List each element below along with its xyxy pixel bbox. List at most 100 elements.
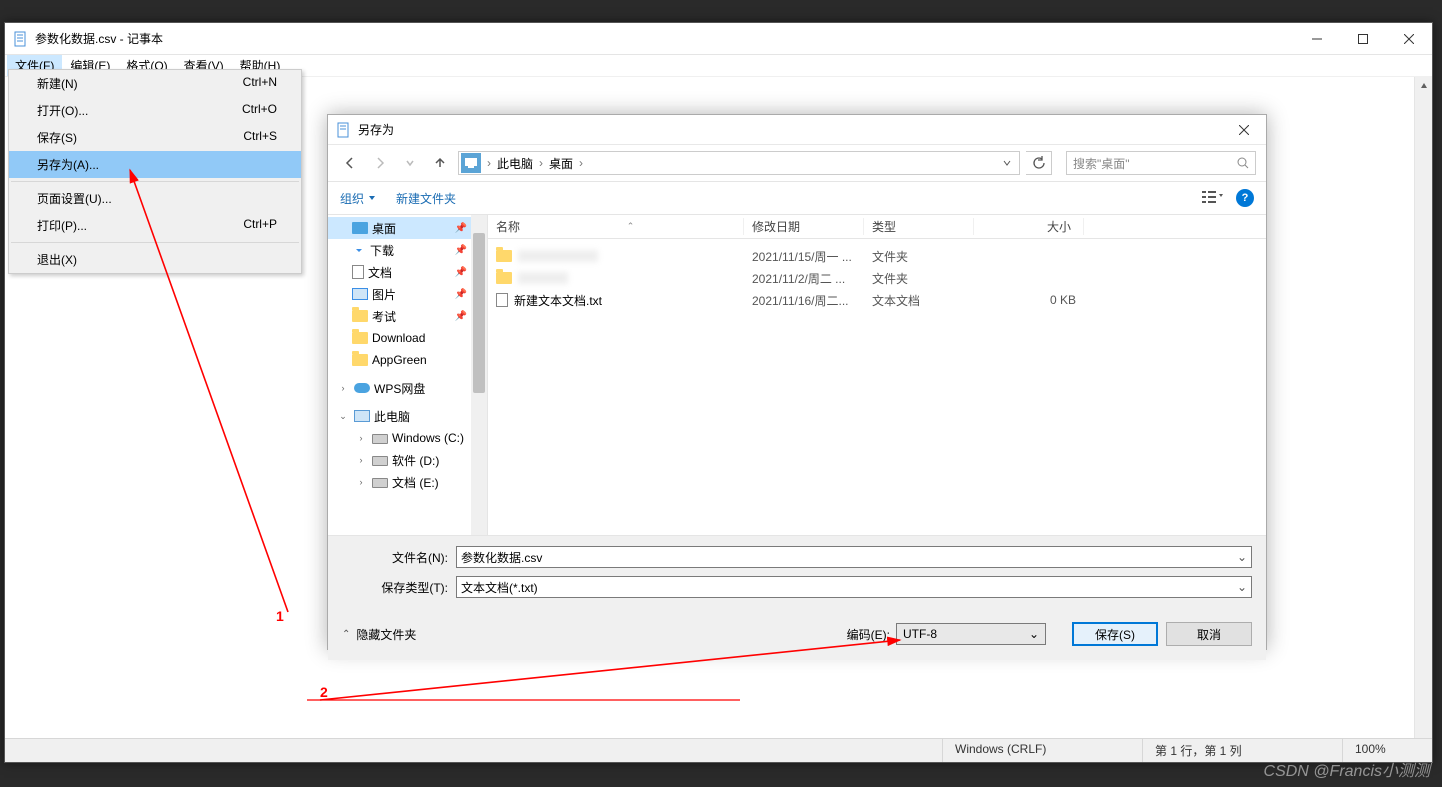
redacted-text	[518, 272, 568, 284]
nav-up-button[interactable]	[428, 151, 452, 175]
save-button[interactable]: 保存(S)	[1072, 622, 1158, 646]
desktop-icon	[352, 222, 368, 234]
drive-icon	[372, 434, 388, 444]
tree-wps[interactable]: ›WPS网盘	[328, 377, 487, 399]
tree-pictures[interactable]: 图片📌	[328, 283, 487, 305]
pin-icon: 📌	[455, 267, 467, 278]
tree-downloads[interactable]: 下载📌	[328, 239, 487, 261]
pc-icon	[461, 153, 481, 173]
tree-drive-e[interactable]: ›文档 (E:)	[328, 471, 487, 493]
menu-pagesetup[interactable]: 页面设置(U)...	[9, 185, 301, 212]
nav-recent-button[interactable]	[398, 151, 422, 175]
folder-tree: 桌面📌 下载📌 文档📌 图片📌 考试📌 Download AppGreen ›W…	[328, 215, 488, 535]
file-menu-dropdown: 新建(N)Ctrl+N 打开(O)...Ctrl+O 保存(S)Ctrl+S 另…	[8, 69, 302, 274]
status-eol: Windows (CRLF)	[942, 739, 1142, 762]
tree-drive-c[interactable]: ›Windows (C:)	[328, 427, 487, 449]
hide-folders-toggle[interactable]: ⌃隐藏文件夹	[342, 626, 416, 643]
menu-new[interactable]: 新建(N)Ctrl+N	[9, 70, 301, 97]
pin-icon: 📌	[455, 311, 467, 322]
minimize-button[interactable]	[1294, 23, 1340, 54]
filename-input[interactable]: 参数化数据.csv⌄	[456, 546, 1252, 568]
tree-thispc[interactable]: ⌄此电脑	[328, 405, 487, 427]
filename-label: 文件名(N):	[342, 549, 456, 566]
pin-icon: 📌	[455, 223, 467, 234]
tree-drive-d[interactable]: ›软件 (D:)	[328, 449, 487, 471]
vertical-scrollbar[interactable]	[1414, 77, 1432, 738]
tree-appgreen[interactable]: AppGreen	[328, 349, 487, 371]
menu-open[interactable]: 打开(O)...Ctrl+O	[9, 97, 301, 124]
chevron-right-icon: ›	[577, 156, 585, 170]
list-item[interactable]: 2021/11/15/周一 ... 文件夹	[488, 245, 1266, 267]
chevron-right-icon: ›	[354, 455, 368, 465]
menu-save[interactable]: 保存(S)Ctrl+S	[9, 124, 301, 151]
nav-back-button[interactable]	[338, 151, 362, 175]
refresh-button[interactable]	[1026, 151, 1052, 175]
maximize-button[interactable]	[1340, 23, 1386, 54]
textfile-icon	[496, 293, 508, 307]
address-dropdown[interactable]	[997, 159, 1017, 167]
breadcrumb-pc[interactable]: 此电脑	[493, 155, 537, 172]
menu-saveas[interactable]: 另存为(A)...	[9, 151, 301, 178]
menu-separator	[11, 181, 299, 182]
col-type[interactable]: 类型	[864, 218, 974, 235]
document-icon	[352, 265, 364, 279]
search-input[interactable]: 搜索"桌面"	[1066, 151, 1256, 175]
tree-desktop[interactable]: 桌面📌	[328, 217, 487, 239]
notepad-icon	[13, 31, 29, 47]
chevron-right-icon: ›	[336, 383, 350, 393]
saveas-fields: 文件名(N): 参数化数据.csv⌄ 保存类型(T): 文本文档(*.txt)⌄	[328, 535, 1266, 612]
pin-icon: 📌	[455, 245, 467, 256]
col-name[interactable]: 名称⌃	[488, 218, 744, 235]
watermark: CSDN @Francis小测测	[1264, 757, 1430, 781]
chevron-down-icon: ⌄	[336, 411, 350, 422]
search-icon	[1237, 157, 1249, 169]
saveas-close-button[interactable]	[1222, 115, 1266, 144]
saveas-navbar: › 此电脑 › 桌面 › 搜索"桌面"	[328, 145, 1266, 181]
chevron-down-icon[interactable]: ⌄	[1237, 550, 1247, 564]
list-item[interactable]: 新建文本文档.txt 2021/11/16/周二... 文本文档 0 KB	[488, 289, 1266, 311]
notepad-statusbar: Windows (CRLF) 第 1 行，第 1 列 100%	[5, 738, 1432, 762]
saveas-footer: ⌃隐藏文件夹 编码(E): UTF-8⌄ 保存(S) 取消	[328, 612, 1266, 660]
saveas-dialog: 另存为 › 此电脑 › 桌面 › 搜索"桌面" 组织 新建文件夹 ?	[327, 114, 1267, 650]
col-size[interactable]: 大小	[974, 218, 1084, 235]
folder-icon	[352, 310, 368, 322]
chevron-right-icon: ›	[485, 156, 493, 170]
tree-documents[interactable]: 文档📌	[328, 261, 487, 283]
encoding-label: 编码(E):	[847, 626, 890, 643]
chevron-right-icon: ›	[354, 433, 368, 443]
drive-icon	[372, 456, 388, 466]
chevron-up-icon: ⌃	[342, 629, 350, 640]
address-bar[interactable]: › 此电脑 › 桌面 ›	[458, 151, 1020, 175]
drive-icon	[372, 478, 388, 488]
organize-button[interactable]: 组织	[340, 190, 376, 207]
notepad-icon	[336, 122, 352, 138]
nav-forward-button[interactable]	[368, 151, 392, 175]
encoding-select[interactable]: UTF-8⌄	[896, 623, 1046, 645]
search-placeholder: 搜索"桌面"	[1073, 155, 1237, 172]
menu-exit[interactable]: 退出(X)	[9, 246, 301, 273]
file-list: 名称⌃ 修改日期 类型 大小 2021/11/15/周一 ... 文件夹 202…	[488, 215, 1266, 535]
redacted-text	[518, 250, 598, 262]
tree-scrollbar[interactable]	[471, 215, 487, 535]
close-button[interactable]	[1386, 23, 1432, 54]
notepad-title: 参数化数据.csv - 记事本	[35, 30, 1294, 47]
folder-icon	[352, 332, 368, 344]
tree-download-en[interactable]: Download	[328, 327, 487, 349]
col-date[interactable]: 修改日期	[744, 218, 864, 235]
list-item[interactable]: 2021/11/2/周二 ... 文件夹	[488, 267, 1266, 289]
sort-indicator-icon: ⌃	[526, 221, 735, 232]
newfolder-button[interactable]: 新建文件夹	[396, 190, 456, 207]
list-header: 名称⌃ 修改日期 类型 大小	[488, 215, 1266, 239]
chevron-down-icon[interactable]: ⌄	[1237, 580, 1247, 594]
filetype-select[interactable]: 文本文档(*.txt)⌄	[456, 576, 1252, 598]
breadcrumb-desktop[interactable]: 桌面	[545, 155, 577, 172]
pc-icon	[354, 410, 370, 422]
help-button[interactable]: ?	[1236, 189, 1254, 207]
tree-exam[interactable]: 考试📌	[328, 305, 487, 327]
notepad-titlebar: 参数化数据.csv - 记事本	[5, 23, 1432, 55]
view-options-button[interactable]	[1202, 190, 1224, 207]
cancel-button[interactable]: 取消	[1166, 622, 1252, 646]
menu-print[interactable]: 打印(P)...Ctrl+P	[9, 212, 301, 239]
chevron-right-icon: ›	[537, 156, 545, 170]
annotation-label-1: 1	[276, 608, 284, 624]
